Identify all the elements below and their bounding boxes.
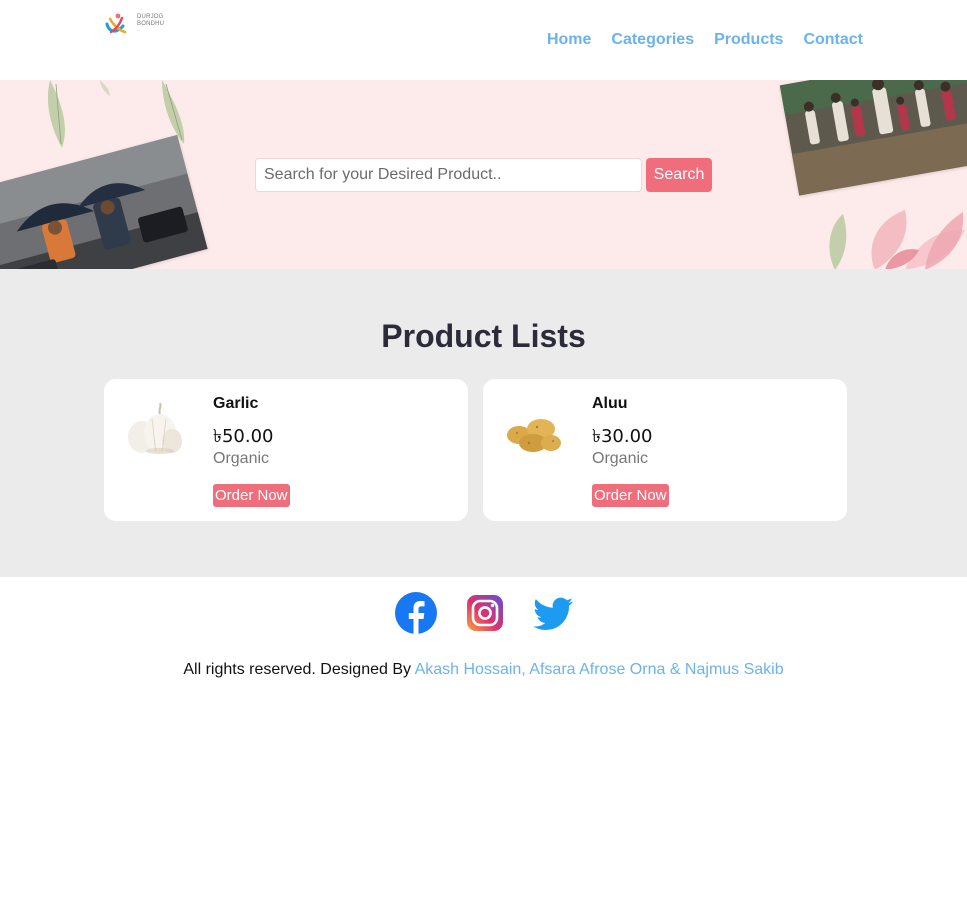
instagram-icon[interactable] bbox=[463, 591, 507, 635]
nav-categories[interactable]: Categories bbox=[611, 31, 694, 49]
product-card: Aluu ৳30.00 Organic Order Now bbox=[483, 379, 847, 521]
logo-mark-icon bbox=[105, 13, 127, 34]
nav-contact[interactable]: Contact bbox=[803, 31, 863, 49]
product-card: Garlic ৳50.00 Organic Order Now bbox=[104, 379, 468, 521]
product-tag: Organic bbox=[592, 450, 649, 467]
search-input[interactable] bbox=[255, 158, 642, 192]
logo-line-3: — bbox=[137, 28, 141, 32]
site-footer: All rights reserved. Designed By Akash H… bbox=[0, 577, 967, 919]
flood-photo-right bbox=[779, 80, 967, 196]
copyright-text: All rights reserved. Designed By Akash H… bbox=[0, 661, 967, 679]
nav-products[interactable]: Products bbox=[714, 31, 783, 49]
search-button[interactable]: Search bbox=[646, 158, 712, 192]
product-tag: Organic bbox=[213, 450, 270, 467]
garlic-image bbox=[128, 403, 182, 454]
site-header: DURJOG BONDHU — Home Categories Products… bbox=[0, 0, 967, 80]
order-now-button[interactable]: Order Now bbox=[592, 484, 669, 507]
product-name: Garlic bbox=[213, 395, 259, 412]
flower-decoration-right bbox=[829, 210, 965, 269]
logo-wordmark: DURJOG BONDHU — bbox=[137, 14, 164, 33]
product-name: Aluu bbox=[592, 395, 628, 412]
search-bar: Search bbox=[255, 158, 712, 192]
main-nav: Home Categories Products Contact bbox=[547, 31, 863, 49]
section-title: Product Lists bbox=[381, 318, 586, 354]
nav-home[interactable]: Home bbox=[547, 31, 591, 49]
order-now-button[interactable]: Order Now bbox=[213, 484, 290, 507]
facebook-icon[interactable] bbox=[394, 591, 438, 635]
potato-image bbox=[507, 419, 561, 452]
product-price: ৳50.00 bbox=[213, 426, 274, 447]
site-logo[interactable]: DURJOG BONDHU — bbox=[104, 12, 164, 36]
flood-crowd-image bbox=[779, 80, 967, 196]
product-section: Product Lists Garlic ৳50.00 Organic Orde… bbox=[0, 269, 967, 577]
logo-line-2: BONDHU bbox=[137, 21, 165, 27]
hero-banner: Search bbox=[0, 80, 967, 269]
copyright-prefix: All rights reserved. Designed By bbox=[183, 661, 415, 678]
product-price: ৳30.00 bbox=[592, 426, 653, 447]
twitter-icon[interactable] bbox=[531, 591, 575, 635]
logo-line-1: DURJOG bbox=[137, 14, 164, 20]
authors-link[interactable]: Akash Hossain, Afsara Afrose Orna & Najm… bbox=[415, 661, 784, 678]
